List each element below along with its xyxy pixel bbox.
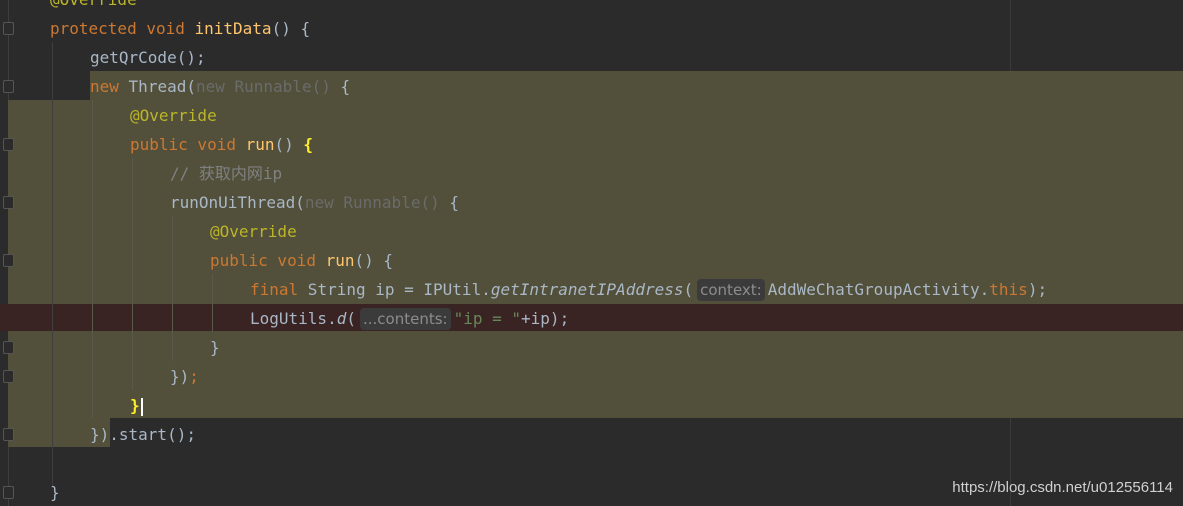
method-name: getIntranetIPAddress	[490, 280, 684, 299]
code-token: getQrCode();	[90, 48, 206, 67]
method-name: run	[245, 135, 275, 154]
fold-icon[interactable]	[3, 254, 14, 267]
matched-brace: }	[130, 396, 140, 415]
fold-icon[interactable]	[3, 196, 14, 209]
code-token: );	[1027, 280, 1048, 299]
code-token: })	[170, 367, 190, 386]
indent-guide	[52, 42, 53, 486]
indent-guide	[172, 216, 173, 361]
code-line[interactable]: }	[50, 478, 60, 506]
method-name: initData	[194, 19, 272, 38]
code-token: ()	[274, 135, 304, 154]
code-line[interactable]: }	[210, 333, 220, 362]
code-line[interactable]: @Override	[130, 101, 217, 130]
annotation-token: @Override	[210, 222, 297, 241]
annotation-token: @Override	[130, 106, 217, 125]
keyword-token: final	[250, 280, 299, 299]
code-token: +ip);	[521, 309, 570, 328]
indent-guide	[92, 100, 93, 418]
code-token: () {	[271, 19, 311, 38]
method-name: run	[325, 251, 355, 270]
code-token: ;	[189, 367, 199, 386]
keyword-token: public void	[130, 135, 236, 154]
keyword-token: protected void	[50, 19, 185, 38]
method-name: d	[336, 309, 347, 328]
code-token: Thread(	[128, 77, 196, 96]
code-token: LogUtils.	[250, 309, 337, 328]
code-token: runOnUiThread(	[170, 193, 305, 212]
annotation-token: @Override	[50, 0, 137, 9]
keyword-token: new	[90, 77, 119, 96]
code-token: .start();	[109, 425, 196, 444]
code-line[interactable]: public void run() {	[130, 130, 313, 159]
code-token: (	[683, 280, 694, 299]
text-caret	[140, 397, 143, 416]
parameter-hint: context:	[697, 279, 765, 301]
code-token: () {	[354, 251, 394, 270]
code-line[interactable]: new Thread(new Runnable() {	[90, 72, 350, 101]
code-token: {	[439, 193, 459, 212]
string-token: "ip = "	[453, 309, 522, 328]
keyword-token: public void	[210, 251, 316, 270]
fold-icon[interactable]	[3, 428, 14, 441]
code-token: AddWeChatGroupActivity.	[767, 280, 990, 299]
code-line[interactable]: @Override	[210, 217, 297, 246]
code-editor[interactable]: @Override protected void initData() { ge…	[0, 0, 1183, 506]
code-line[interactable]: public void run() {	[210, 246, 393, 275]
code-token: String ip = IPUtil.	[298, 280, 491, 299]
matched-brace: {	[303, 135, 314, 154]
fold-icon[interactable]	[3, 486, 14, 499]
code-line[interactable]: final String ip = IPUtil.getIntranetIPAd…	[250, 275, 1047, 304]
code-line[interactable]: getQrCode();	[90, 43, 206, 72]
fold-icon[interactable]	[3, 138, 14, 151]
code-token: })	[90, 425, 110, 444]
folded-token: new Runnable()	[304, 193, 440, 212]
code-line[interactable]: protected void initData() {	[50, 14, 310, 43]
parameter-hint: ...contents:	[359, 308, 451, 330]
folded-token: new Runnable()	[195, 77, 331, 96]
code-token: {	[330, 77, 351, 96]
watermark-url: https://blog.csdn.net/u012556114	[952, 479, 1173, 496]
fold-icon[interactable]	[3, 341, 14, 354]
code-line[interactable]: }).start();	[90, 420, 196, 449]
code-line[interactable]: }	[130, 391, 143, 420]
fold-icon[interactable]	[3, 370, 14, 383]
code-token: (	[346, 309, 356, 328]
fold-icon[interactable]	[3, 22, 14, 35]
current-line-highlight	[0, 304, 1183, 331]
code-line[interactable]: runOnUiThread(new Runnable() {	[170, 188, 459, 217]
fold-icon[interactable]	[3, 80, 14, 93]
code-line[interactable]: @Override	[50, 0, 137, 14]
code-token: }	[50, 483, 60, 502]
code-line[interactable]: });	[170, 362, 199, 391]
indent-guide	[132, 158, 133, 390]
code-token: }	[210, 338, 220, 357]
indent-guide	[212, 274, 213, 332]
keyword-token: this	[989, 280, 1028, 299]
comment-token: // 获取内网ip	[170, 164, 283, 183]
code-line[interactable]: // 获取内网ip	[170, 159, 282, 188]
code-line[interactable]: LogUtils.d(...contents: "ip = "+ip);	[250, 304, 569, 333]
